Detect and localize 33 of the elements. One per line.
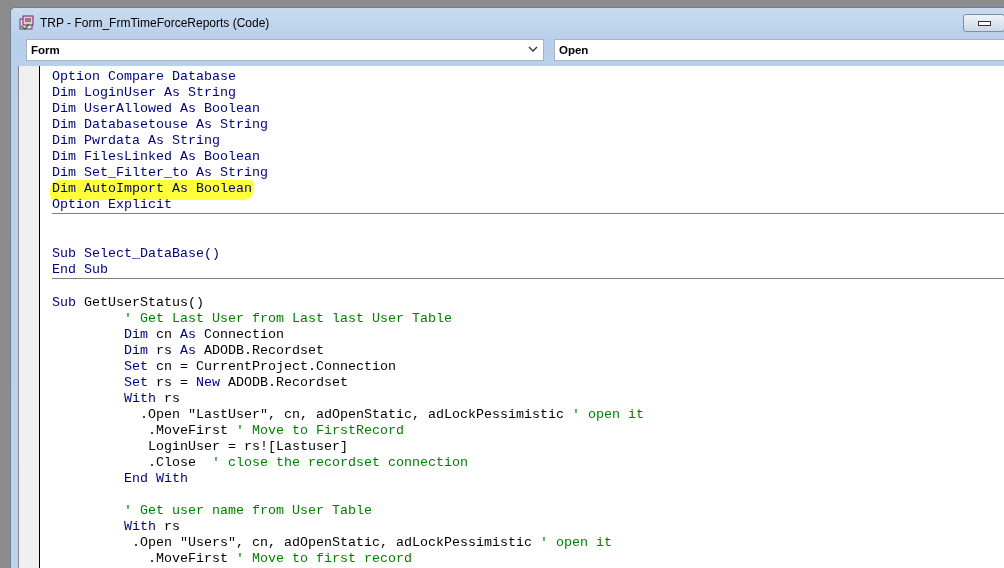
code-line: .MoveFirst ' Move to first record: [146, 551, 412, 567]
code-line: With rs: [122, 519, 180, 535]
code-line: ' Get Last User from Last last User Table: [122, 311, 452, 327]
code-line: Dim Set_Filter_to As String: [52, 165, 268, 181]
code-line: Dim LoginUser As String: [52, 85, 236, 101]
code-line: Dim rs As ADODB.Recordset: [122, 343, 324, 359]
code-line: LoginUser = rs![Lastuser]: [146, 439, 348, 455]
code-line: Dim Databasetouse As String: [52, 117, 268, 133]
code-line: Dim cn As Connection: [122, 327, 284, 343]
code-line: .Open "Users", cn, adOpenStatic, adLockPessimistic ' open it: [130, 535, 612, 551]
code-line: Option Compare Database: [52, 69, 236, 85]
code-line: .Open "LastUser", cn, adOpenStatic, adLockPessimistic ' open it: [138, 407, 644, 423]
code-line: .Close ' close the recordset connection: [146, 455, 468, 471]
code-line: Dim AutoImport As Boolean: [52, 181, 252, 197]
code-line: .MoveFirst ' Move to FirstRecord: [146, 423, 404, 439]
code-line: ' Get user name from User Table: [122, 503, 372, 519]
object-dropdown[interactable]: Form: [26, 39, 544, 61]
code-line: Dim Pwrdata As String: [52, 133, 220, 149]
procedure-dropdown[interactable]: Open: [554, 39, 1004, 61]
code-line: End Sub: [52, 262, 108, 278]
code-line: Sub GetUserStatus(): [52, 295, 204, 311]
chevron-down-icon: [528, 46, 538, 53]
code-line: Dim FilesLinked As Boolean: [52, 149, 260, 165]
minimize-button[interactable]: [963, 14, 1004, 32]
code-line: Option Explicit: [52, 197, 172, 213]
code-line: Dim UserAllowed As Boolean: [52, 101, 260, 117]
code-line: Set cn = CurrentProject.Connection: [122, 359, 396, 375]
code-line: Sub Select_DataBase(): [52, 246, 220, 262]
code-line: With rs: [122, 391, 180, 407]
window-title: TRP - Form_FrmTimeForceReports (Code): [40, 15, 270, 30]
code-line: Set rs = New ADODB.Recordset: [122, 375, 348, 391]
code-line: End With: [122, 471, 188, 487]
code-window-icon: [19, 14, 35, 31]
